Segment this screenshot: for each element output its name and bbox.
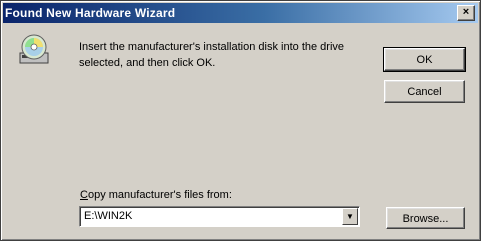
cancel-button[interactable]: Cancel bbox=[384, 80, 465, 103]
dropdown-arrow-button[interactable]: ▼ bbox=[342, 208, 358, 225]
copy-from-label-accelerator: C bbox=[80, 189, 88, 201]
hardware-wizard-dialog: Found New Hardware Wizard × Insert the m… bbox=[0, 0, 481, 241]
copy-from-combobox[interactable]: E:\WIN2K ▼ bbox=[79, 206, 360, 227]
ok-button[interactable]: OK bbox=[383, 47, 466, 72]
copy-from-label: Copy manufacturer's files from: bbox=[80, 189, 232, 201]
browse-button[interactable]: Browse... bbox=[386, 207, 465, 229]
title-bar[interactable]: Found New Hardware Wizard × bbox=[3, 3, 478, 23]
copy-from-value[interactable]: E:\WIN2K bbox=[84, 210, 132, 222]
disk-cd-icon bbox=[19, 34, 49, 64]
instruction-text: Insert the manufacturer's installation d… bbox=[79, 41, 345, 69]
chevron-down-icon: ▼ bbox=[346, 212, 354, 221]
window-title: Found New Hardware Wizard bbox=[5, 6, 176, 20]
copy-from-label-text: opy manufacturer's files from: bbox=[87, 189, 232, 201]
close-button[interactable]: × bbox=[457, 5, 475, 21]
close-icon: × bbox=[462, 6, 470, 18]
